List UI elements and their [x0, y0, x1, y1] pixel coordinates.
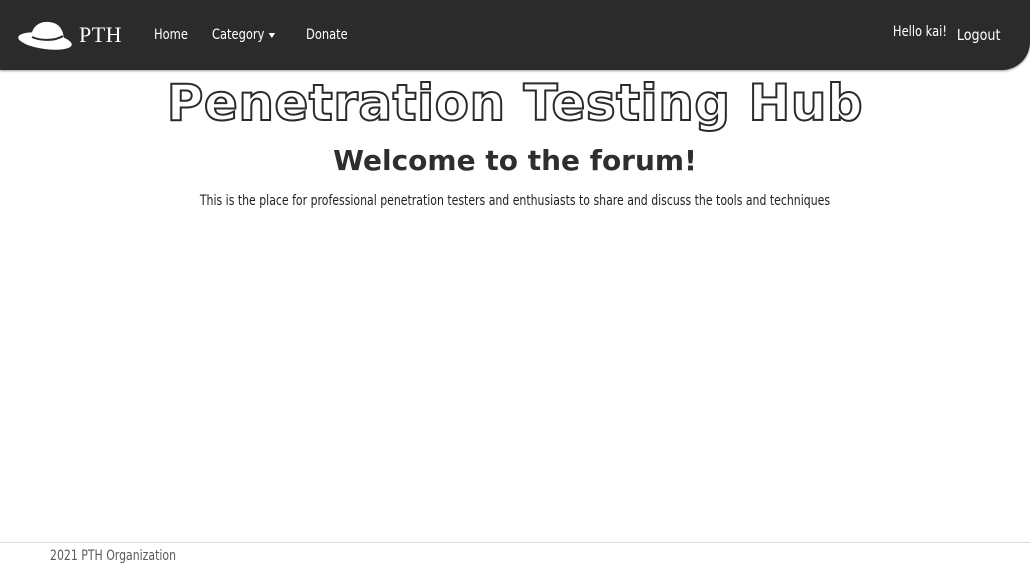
- nav-donate-link[interactable]: Donate: [306, 27, 348, 43]
- nav-user-area: Hello kai! Logout: [887, 0, 1004, 70]
- user-greeting: Hello kai!: [892, 24, 947, 40]
- page-title: Penetration Testing Hub: [166, 73, 864, 133]
- fedora-hat-icon: [17, 17, 77, 53]
- logout-link[interactable]: Logout: [956, 26, 1000, 44]
- footer-divider: [0, 542, 1030, 543]
- brand-name: PTH: [79, 22, 123, 47]
- brand-logo-link[interactable]: PTH: [17, 0, 122, 70]
- top-navbar: PTH Home Category Donate Hello kai! Logo…: [0, 0, 1030, 70]
- nav-home-link[interactable]: Home: [154, 27, 188, 43]
- nav-category-label: Category: [212, 27, 265, 43]
- intro-text: This is the place for professional penet…: [0, 193, 1030, 209]
- nav-category-dropdown[interactable]: Category: [212, 27, 276, 43]
- footer-copyright: 2021 PTH Organization: [50, 548, 177, 564]
- caret-down-icon: [268, 32, 276, 38]
- intro-text-content: This is the place for professional penet…: [199, 193, 831, 209]
- welcome-heading: Welcome to the forum!: [333, 144, 697, 177]
- nav-links: Home Category Donate: [154, 27, 374, 43]
